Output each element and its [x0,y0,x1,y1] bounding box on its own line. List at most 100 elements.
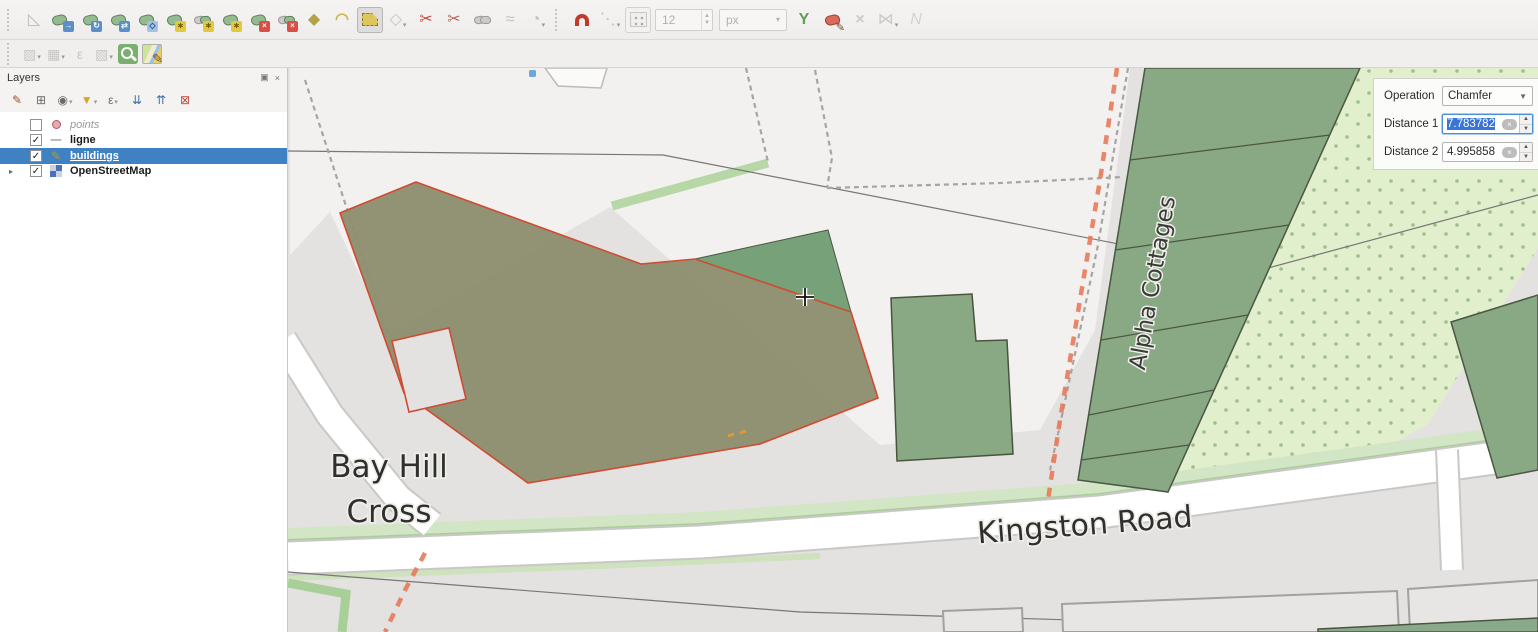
expand-all-icon[interactable]: ⇊ [127,90,147,110]
reshape-features-icon[interactable]: ◆ [301,7,327,33]
toolbar-grip[interactable] [7,9,14,31]
layer-item-buildings[interactable]: ✓ ✎ buildings [0,148,287,164]
add-group-icon[interactable]: ⊞ [31,90,51,110]
snapping-intersection-icon[interactable] [625,7,651,33]
point-marker-icon [48,120,64,129]
layers-panel-toolbar: ✎⊞◉▾▼▾ε▾⇊⇈⊠ [0,87,287,112]
add-ring-icon[interactable]: ∗ [161,7,187,33]
snapping-group: ⋱▾ [568,7,652,33]
filter-legend-icon[interactable]: ▼▾ [79,90,99,110]
layers-panel-title: Layers [7,72,40,84]
bounds-tool-icon[interactable]: ▧▾ [93,43,115,65]
raster-tool-b-icon[interactable]: ▦▾ [45,43,67,65]
float-panel-icon[interactable]: ▣ [260,72,269,83]
zigzag-tool-icon[interactable]: N [903,7,929,33]
spinner-arrows-icon[interactable]: ▲▼ [701,10,712,30]
operation-label: Operation [1384,90,1442,102]
osm-place-search-icon[interactable] [117,43,139,65]
close-panel-icon[interactable]: × [275,73,280,83]
spinner-arrows-icon[interactable]: ▲▼ [1519,143,1532,161]
expression-select-icon[interactable]: ε [69,43,91,65]
distance1-input[interactable]: 7.783782 × ▲▼ [1442,114,1533,134]
map-label-bay-hill-1: Bay Hill [330,449,448,485]
filter-expression-icon[interactable]: ε▾ [103,90,123,110]
toolbar-grip[interactable] [555,9,562,31]
trim-extend-icon[interactable]: Y [791,7,817,33]
clear-icon[interactable]: × [1502,119,1517,130]
split-parts-icon[interactable]: ✂ [441,7,467,33]
layer-item-ligne[interactable]: ✓ — ligne [0,133,287,149]
editing-pencil-icon: ✎ [48,149,64,163]
manage-map-themes-icon[interactable]: ◉▾ [55,90,75,110]
snap-tolerance-input[interactable]: 12 ▲▼ [655,9,713,31]
chamfer-operation-panel: Operation Chamfer ▼ Distance 1 7.783782 … [1373,78,1538,170]
layer-item-openstreetmap[interactable]: ▸ ✓ OpenStreetMap [0,164,287,180]
advanced-digitizing-toolbar: ◺→▾↻⇄◇∗∗∗××◆◠◇▾✂✂≈◔▾ ⋱▾ 12 ▲▼ px ▾ Y✎×⋈▾… [0,0,1538,40]
distance1-value: 7.783782 [1447,118,1495,130]
layer-label: buildings [70,150,119,162]
plugin-tools-group: ▨▾▦▾ε▧▾ [20,43,164,65]
layer-label: ligne [70,134,96,146]
chevron-down-icon: ▾ [776,15,780,24]
raster-checker-icon [48,165,64,177]
clear-icon[interactable]: × [1502,147,1517,158]
delete-ring-icon[interactable]: × [245,7,271,33]
layer-checkbox[interactable]: ✓ [30,150,42,162]
toolbar-grip[interactable] [7,43,14,65]
delete-selected-icon[interactable]: × [847,7,873,33]
cad-tools-icon[interactable]: ◺ [21,7,47,33]
distance2-label: Distance 2 [1384,146,1442,158]
line-icon: — [48,134,64,146]
raster-tool-a-icon[interactable]: ▨▾ [21,43,43,65]
map-label-bay-hill-2: Cross [347,494,432,530]
snap-tolerance-value: 12 [662,13,675,27]
rotate-point-symbols-icon[interactable]: ◔▾ [525,7,551,33]
add-part-icon[interactable]: ∗ [189,7,215,33]
move-feature-icon[interactable]: →▾ [49,7,75,33]
snap-unit-value: px [726,13,739,27]
layer-checkbox[interactable]: ✓ [30,165,42,177]
operation-dropdown[interactable]: Chamfer ▼ [1442,86,1533,106]
distance1-label: Distance 1 [1384,118,1442,130]
layer-label: points [70,119,99,131]
qgis-window: ◺→▾↻⇄◇∗∗∗××◆◠◇▾✂✂≈◔▾ ⋱▾ 12 ▲▼ px ▾ Y✎×⋈▾… [0,0,1538,632]
layer-checkbox[interactable]: ✓ [30,134,42,146]
enable-snapping-icon[interactable] [569,7,595,33]
delete-part-icon[interactable]: × [273,7,299,33]
fillet-chamfer-tool-icon[interactable] [357,7,383,33]
merge-lines-icon[interactable]: ⋈▾ [875,7,901,33]
chevron-down-icon: ▼ [1519,92,1527,101]
spinner-arrows-icon[interactable]: ▲▼ [1519,115,1532,133]
offset-curve-icon[interactable]: ◠ [329,7,355,33]
reverse-line-icon[interactable]: ≈ [497,7,523,33]
distance2-input[interactable]: 4.995858 × ▲▼ [1442,142,1533,162]
remove-layer-icon[interactable]: ⊠ [175,90,195,110]
distance2-value: 4.995858 [1443,146,1502,158]
plugins-toolbar: ▨▾▦▾ε▧▾ [0,40,1538,68]
layer-checkbox[interactable] [30,119,42,131]
map-canvas[interactable]: Bay Hill Cross Kingston Road Alpha Cotta… [288,68,1538,632]
fill-ring-icon[interactable]: ∗ [217,7,243,33]
layers-panel: Layers ▣ × ✎⊞◉▾▼▾ε▾⇊⇈⊠ points✓—ligne✓✎bu… [0,68,288,632]
layer-item-points[interactable]: points [0,117,287,133]
merge-features-icon[interactable] [469,7,495,33]
side-road [1447,450,1452,570]
osm-edit-map-icon[interactable] [141,43,163,65]
copy-move-feature-icon[interactable]: ⇄ [105,7,131,33]
operation-value: Chamfer [1448,90,1492,102]
extra-tools-group: Y✎×⋈▾N [790,7,930,33]
simplify-feature-icon[interactable]: ◇ [133,7,159,33]
vertex-editor-icon[interactable]: ✎ [819,7,845,33]
collapse-all-icon[interactable]: ⇈ [151,90,171,110]
snap-unit-dropdown[interactable]: px ▾ [719,9,787,31]
snapping-mode-icon[interactable]: ⋱▾ [597,7,623,33]
split-features-icon[interactable]: ✂ [413,7,439,33]
edit-tools-group: ◺→▾↻⇄◇∗∗∗××◆◠◇▾✂✂≈◔▾ [20,7,552,33]
blue-marker [529,70,536,77]
rotate-feature-icon[interactable]: ↻ [77,7,103,33]
open-styling-panel-icon[interactable]: ✎ [7,90,27,110]
layer-label: OpenStreetMap [70,165,151,177]
vertex-tool-icon[interactable]: ◇▾ [385,7,411,33]
expander-icon[interactable]: ▸ [9,167,13,176]
layer-list: points ✓ — ligne ✓ ✎ buildings ▸ ✓ OpenStreetMap [0,112,287,632]
